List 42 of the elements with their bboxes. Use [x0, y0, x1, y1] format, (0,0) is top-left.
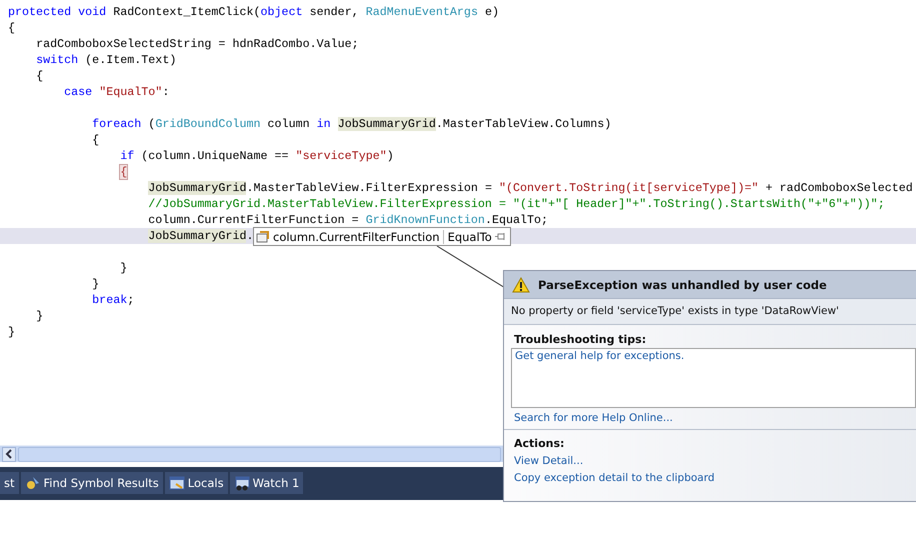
code-line: { [8, 20, 16, 36]
tool-window-tab[interactable]: Watch 1 [230, 472, 304, 494]
tool-window-tab[interactable]: Locals [164, 472, 228, 494]
code-line: protected void RadContext_ItemClick(object sender, RadMenuEventArgs e) [8, 4, 499, 20]
datatip[interactable]: column.CurrentFilterFunction EqualTo [253, 227, 511, 246]
pin-icon[interactable] [494, 232, 507, 241]
code-line: JobSummaryGrid.MasterTableView.FilterExpression = "(Convert.ToString(it[serviceType])=" + radComboboxSelected [147, 180, 913, 196]
glasses-window-icon [234, 474, 250, 490]
code-line: { [35, 68, 44, 84]
help-link[interactable]: Get general help for exceptions. [515, 350, 912, 362]
code-line: } [91, 276, 100, 292]
chevron-left-icon [5, 449, 13, 459]
code-line: { [91, 132, 100, 148]
help-link[interactable]: Search for more Help Online... [504, 408, 916, 430]
code-line: column.CurrentFilterFunction = GridKnownFunction.EqualTo; [147, 212, 548, 228]
code-line: switch (e.Item.Text) [35, 52, 176, 68]
tool-window-tab[interactable]: st [0, 472, 19, 494]
section-heading: Actions: [513, 436, 566, 450]
scroll-thumb[interactable] [18, 446, 501, 462]
code-line: } [8, 324, 16, 340]
code-line: } [119, 260, 128, 276]
datatip-expression: column.CurrentFilterFunction [273, 230, 444, 244]
scroll-left-button[interactable] [2, 446, 16, 462]
horizontal-scrollbar[interactable] [0, 445, 503, 462]
dialog-title: ParseException was unhandled by user code [538, 278, 827, 292]
code-line: if (column.UniqueName == "serviceType") [119, 148, 394, 164]
window-icon [168, 474, 185, 490]
section-heading: Troubleshooting tips: [513, 332, 648, 346]
tool-window-tab[interactable]: Find Symbol Results [20, 472, 163, 494]
code-line: break; [91, 292, 134, 308]
code-line: JobSummaryGrid. [147, 228, 254, 244]
property-icon [256, 230, 270, 244]
code-line: case "EqualTo": [63, 84, 170, 100]
action-link[interactable]: Copy exception detail to the clipboard [504, 467, 916, 484]
warning-icon [512, 276, 530, 292]
code-line: radComboboxSelectedString = hdnRadCombo.Value; [35, 36, 359, 52]
code-line: foreach (GridBoundColumn column in JobSummaryGrid.MasterTableView.Columns) [91, 116, 612, 132]
code-line: //JobSummaryGrid.MasterTableView.FilterExpression = "(it"+"[ Header]"+".ToString().StartsWith("+"6"+"))"; [147, 196, 885, 212]
datatip-value: EqualTo [446, 230, 492, 244]
code-line: } [35, 308, 44, 324]
exception-message: No property or field 'serviceType' exists in type 'DataRowView' [504, 299, 916, 325]
action-link[interactable]: View Detail... [504, 450, 916, 467]
